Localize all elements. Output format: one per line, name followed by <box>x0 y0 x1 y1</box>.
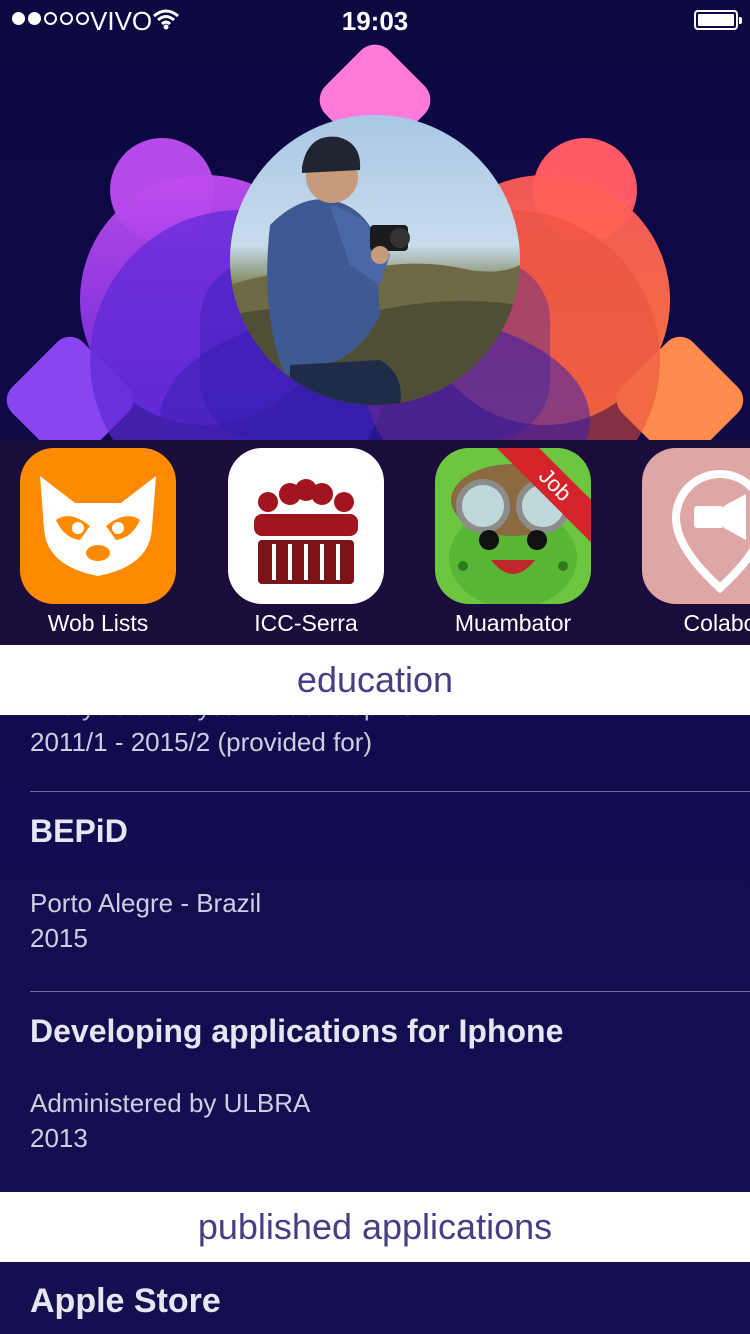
app-label: Colabo <box>683 610 750 636</box>
section-header-published: published applications <box>0 1192 750 1262</box>
entry-title: Apple Store <box>30 1282 221 1320</box>
megaphone-pin-icon <box>642 448 750 604</box>
app-wob-lists[interactable]: Wob Lists <box>20 448 176 637</box>
app-label: Wob Lists <box>47 610 149 636</box>
app-label: Muambator <box>454 610 572 636</box>
published-list[interactable]: Apple Store <box>0 1262 750 1334</box>
education-entry[interactable]: BEPiD Porto Alegre - Brazil 2015 <box>30 813 720 956</box>
education-list[interactable]: Analysis and systems development 2011/1 … <box>0 715 750 1192</box>
entry-title: BEPiD <box>30 813 128 849</box>
battery-icon <box>694 10 742 30</box>
education-entry-partial: Analysis and systems development <box>30 715 720 724</box>
app-colabo[interactable]: Colabo <box>642 448 750 637</box>
entry-year: 2013 <box>30 1123 88 1153</box>
app-icc-serra[interactable]: ICC-Serra <box>228 448 384 637</box>
frog-aviator-icon: Job <box>435 448 591 604</box>
raccoon-icon <box>20 448 176 604</box>
screen: VIVO 19:03 Wob Lists ICC-Serra Job Muamb… <box>0 0 750 1334</box>
education-entry[interactable]: Developing applications for Iphone Admin… <box>30 1013 720 1156</box>
app-muambator[interactable]: Job Muambator <box>435 448 591 637</box>
entry-title: Developing applications for Iphone <box>30 1013 564 1049</box>
entry-location: Porto Alegre - Brazil <box>30 888 262 918</box>
divider <box>30 991 750 992</box>
status-bar: VIVO 19:03 <box>0 0 750 40</box>
profile-photo[interactable] <box>230 115 520 405</box>
audience-icon <box>228 448 384 604</box>
app-label: ICC-Serra <box>254 610 358 636</box>
published-entry[interactable]: Apple Store <box>30 1282 720 1321</box>
photographer-image <box>230 136 520 405</box>
clock: 19:03 <box>341 6 409 36</box>
entry-year: 2015 <box>30 923 88 953</box>
entry-location: Administered by ULBRA <box>30 1088 311 1118</box>
entry-dates: 2011/1 - 2015/2 (provided for) <box>30 727 373 757</box>
education-entry-dates: 2011/1 - 2015/2 (provided for) <box>30 725 720 760</box>
section-header-education: education <box>0 645 750 715</box>
entry-title: Analysis and systems development <box>30 715 720 724</box>
divider <box>30 791 750 792</box>
app-carousel[interactable]: Wob Lists ICC-Serra Job Muambator Colabo <box>0 440 750 645</box>
